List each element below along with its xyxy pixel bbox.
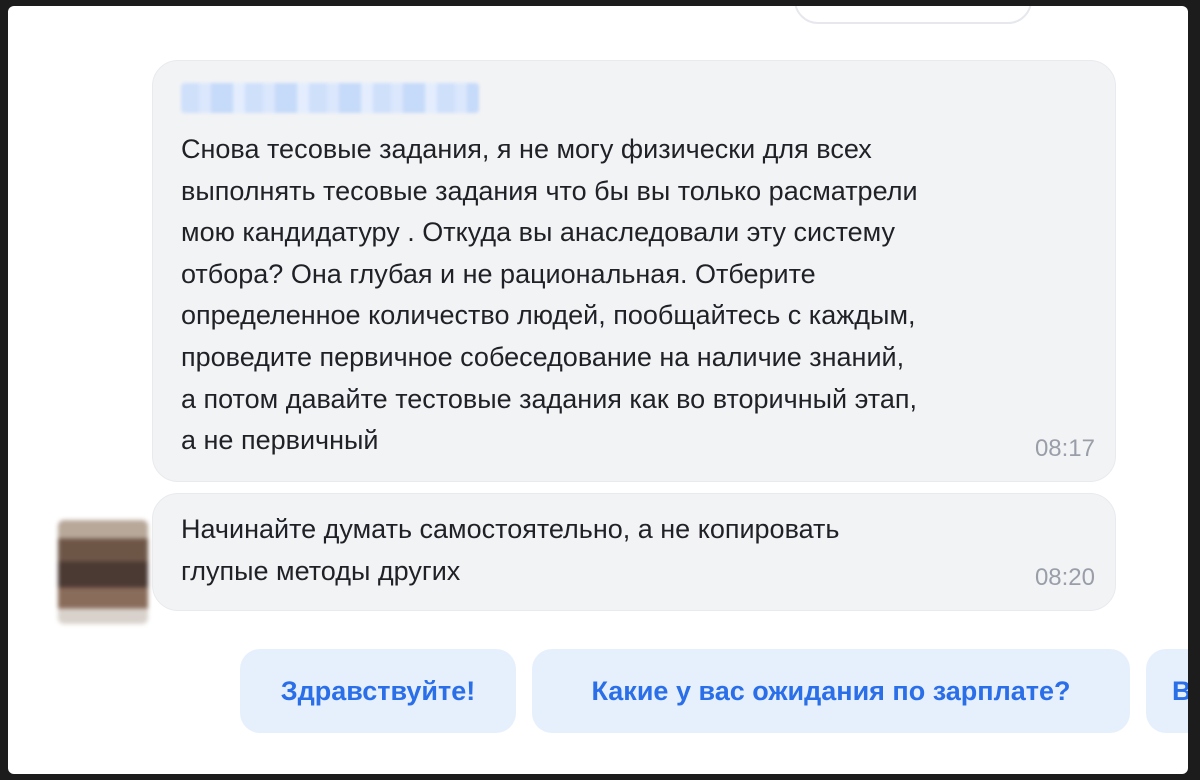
message-bubble: Начинайте думать самостоятельно, а не ко… <box>152 493 1116 611</box>
sender-name-blurred <box>181 83 479 113</box>
chat-window: Снова тесовые задания, я не могу физичес… <box>8 6 1188 774</box>
message-text: Начинайте думать самостоятельно, а не ко… <box>181 514 840 586</box>
message-text: Снова тесовые задания, я не могу физичес… <box>181 134 918 456</box>
quick-reply-salary[interactable]: Какие у вас ожидания по зарплате? <box>532 649 1130 733</box>
quick-reply-partial[interactable]: В <box>1146 649 1188 733</box>
avatar[interactable] <box>58 520 148 624</box>
message-bubble: Снова тесовые задания, я не могу физичес… <box>152 60 1116 482</box>
message-time: 08:20 <box>1034 564 1095 591</box>
top-quick-reply-chip[interactable] <box>794 6 1032 24</box>
message-time: 08:17 <box>1034 435 1095 462</box>
quick-reply-greeting[interactable]: Здравствуйте! <box>240 649 516 733</box>
